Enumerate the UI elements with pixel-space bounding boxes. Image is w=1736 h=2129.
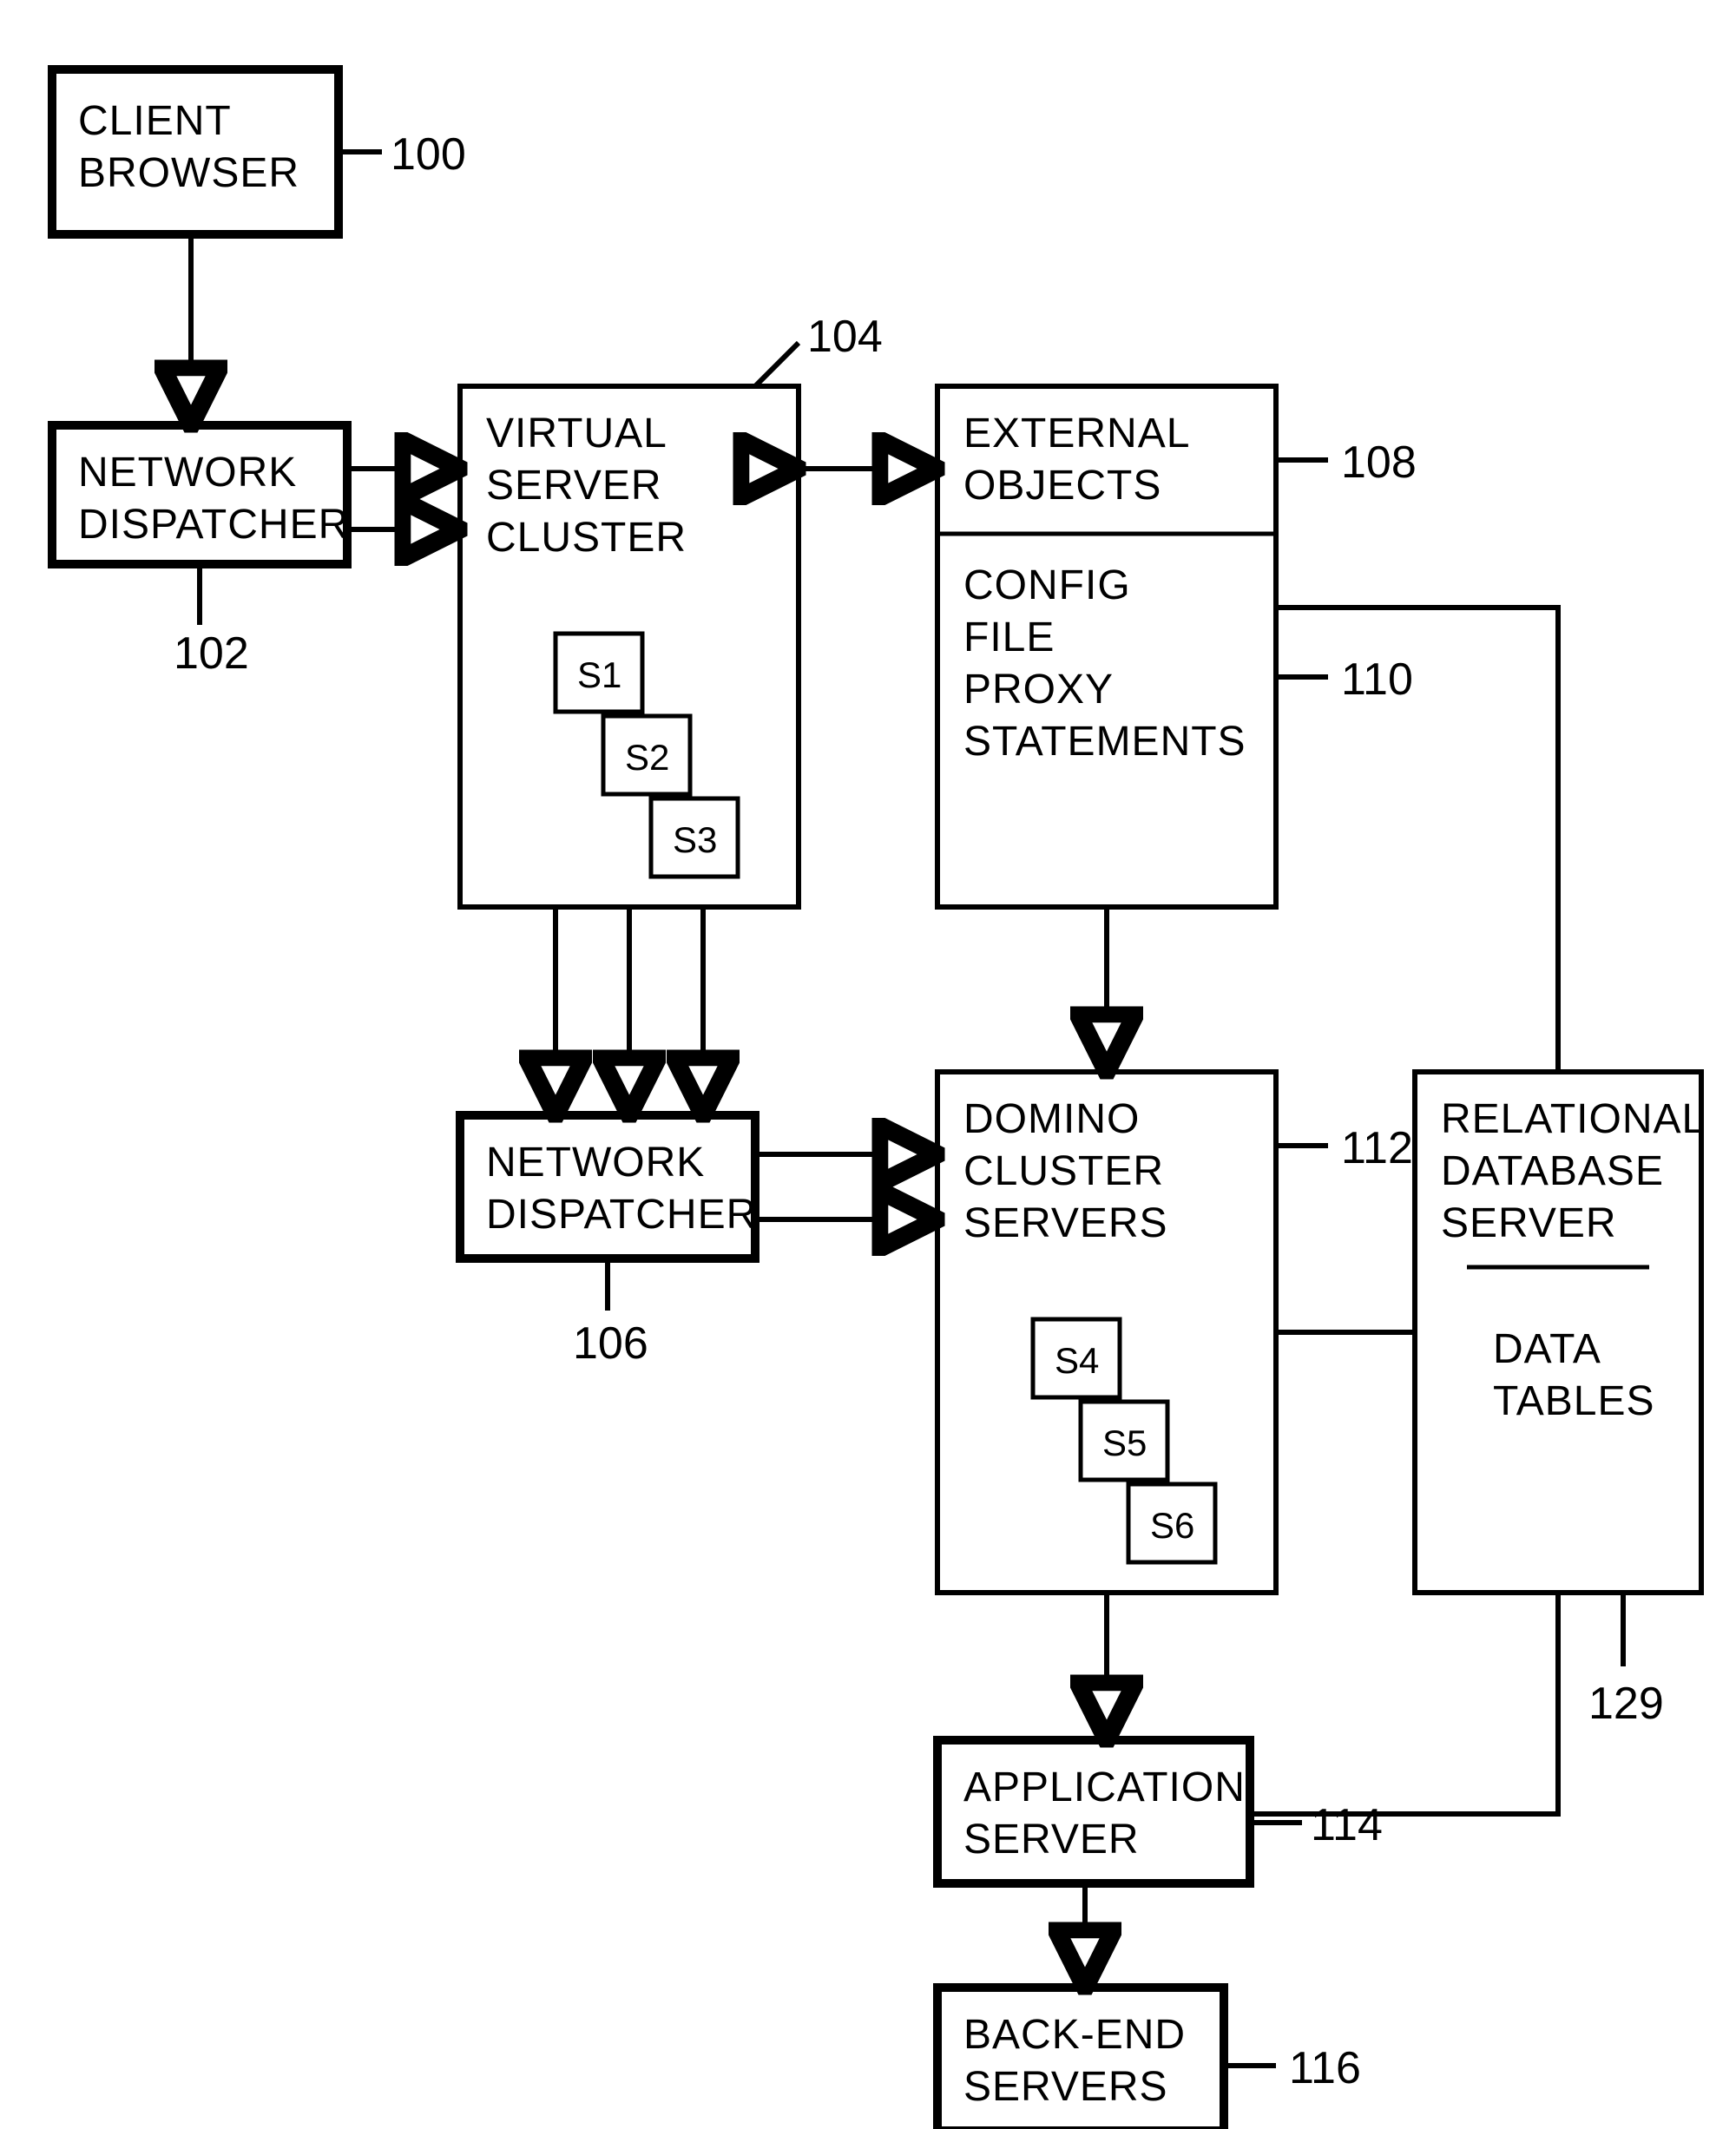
relational-db-box: RELATIONAL DATABASE SERVER DATA TABLES [1415,1072,1706,1593]
ref-106: 106 [573,1318,648,1369]
ext-l1: EXTERNAL [963,411,1190,457]
app-l1: APPLICATION [963,1764,1246,1810]
backend-servers-box: BACK-END SERVERS [937,1988,1224,2129]
rdb-l1: RELATIONAL [1441,1096,1706,1142]
ref-116: 116 [1289,2043,1361,2093]
dom-l1: DOMINO [963,1096,1140,1142]
virtual-server-cluster-box: VIRTUAL SERVER CLUSTER S1 S2 S3 [460,386,799,907]
cfg-l4: STATEMENTS [963,719,1246,765]
application-server-box: APPLICATION SERVER [937,1740,1250,1883]
cfg-l2: FILE [963,614,1055,660]
domino-cluster-box: DOMINO CLUSTER SERVERS S4 S5 S6 [937,1072,1276,1593]
vsc-s2: S2 [625,737,669,778]
ext-l2: OBJECTS [963,463,1161,509]
rdb-l2: DATABASE [1441,1148,1664,1194]
nd1-l1: NETWORK [78,450,297,496]
dom-l2: CLUSTER [963,1148,1164,1194]
app-l2: SERVER [963,1817,1140,1863]
dom-s4: S4 [1055,1340,1099,1381]
architecture-diagram: CLIENT BROWSER 100 NETWORK DISPATCHER 10… [0,0,1736,2129]
vsc-l2: SERVER [486,463,662,509]
nd1-l2: DISPATCHER [78,502,349,548]
cfg-l1: CONFIG [963,562,1131,608]
client-browser-l2: BROWSER [78,150,299,196]
vsc-s3: S3 [673,819,717,860]
ref-129: 129 [1588,1679,1664,1729]
ref-110: 110 [1341,654,1413,705]
ref-102: 102 [174,628,249,679]
be-l1: BACK-END [963,2012,1186,2058]
nd2-l2: DISPATCHER [486,1192,757,1238]
be-l2: SERVERS [963,2064,1168,2110]
network-dispatcher-2-box: NETWORK DISPATCHER [460,1115,757,1258]
dom-s6: S6 [1150,1505,1194,1546]
ref-104: 104 [807,312,883,362]
ref-100: 100 [391,129,466,180]
client-browser-box: CLIENT BROWSER [52,69,339,234]
external-config-box: EXTERNAL OBJECTS CONFIG FILE PROXY STATE… [937,386,1276,907]
nd2-l1: NETWORK [486,1140,705,1186]
rdb-sub2: TABLES [1493,1378,1655,1424]
ref-114: 114 [1311,1800,1383,1850]
dom-l3: SERVERS [963,1200,1168,1246]
ref-112: 112 [1341,1123,1413,1173]
vsc-l1: VIRTUAL [486,411,667,457]
dom-s5: S5 [1102,1423,1147,1463]
rdb-l3: SERVER [1441,1200,1617,1246]
network-dispatcher-1-box: NETWORK DISPATCHER [52,425,349,564]
vsc-s1: S1 [577,654,621,695]
vsc-l3: CLUSTER [486,515,687,561]
cfg-l3: PROXY [963,667,1114,713]
line-rdb-to-app [1250,1593,1558,1814]
rdb-sub1: DATA [1493,1326,1601,1372]
client-browser-l1: CLIENT [78,98,232,144]
ref-108: 108 [1341,437,1417,488]
